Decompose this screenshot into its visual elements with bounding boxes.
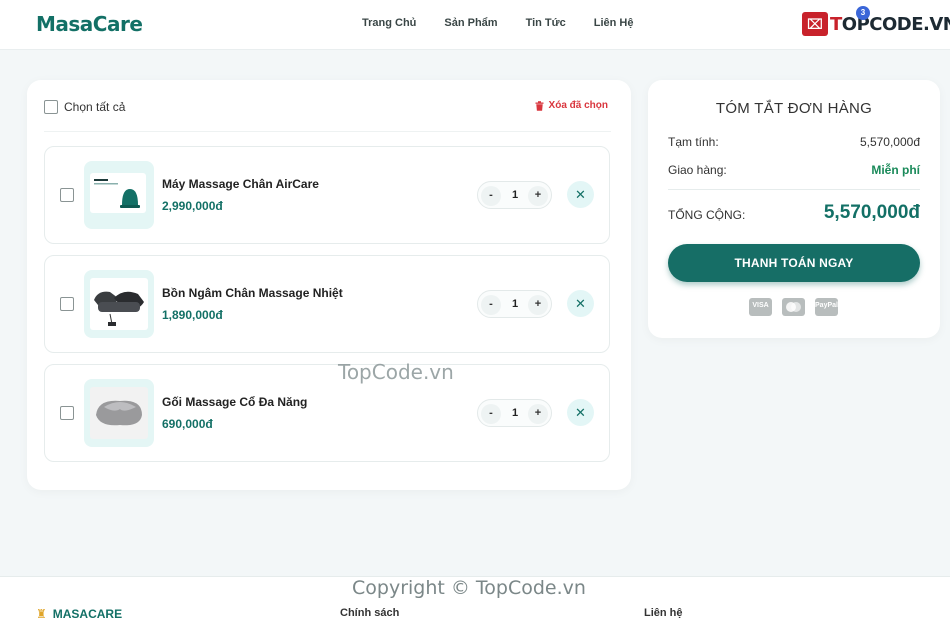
decrease-button[interactable]: - xyxy=(481,404,501,424)
select-all-checkbox[interactable]: Chọn tất cả xyxy=(44,100,125,114)
product-image[interactable] xyxy=(84,161,154,229)
quantity-stepper: - 1 + xyxy=(477,290,552,318)
shipping-row: Giao hàng: Miễn phí xyxy=(668,163,920,177)
total-value: 5,570,000đ xyxy=(823,202,920,223)
quantity-stepper: - 1 + xyxy=(477,181,552,209)
trash-icon xyxy=(535,100,544,111)
nav-products[interactable]: Sản Phẩm xyxy=(444,17,497,29)
shipping-value: Miễn phí xyxy=(871,163,920,177)
nav-contact[interactable]: Liên Hệ xyxy=(594,17,634,29)
quantity-value[interactable]: 1 xyxy=(503,298,527,310)
product-name[interactable]: Bồn Ngâm Chân Massage Nhiệt xyxy=(162,286,343,300)
remove-item-button[interactable]: ✕ xyxy=(567,399,594,426)
divider xyxy=(668,189,920,190)
main-nav: Trang Chủ Sản Phẩm Tin Tức Liên Hệ xyxy=(362,17,661,29)
cart-item: Gối Massage Cổ Đa Năng 690,000đ - 1 + ✕ xyxy=(44,364,610,462)
product-price: 1,890,000đ xyxy=(162,308,223,322)
increase-button[interactable]: + xyxy=(528,295,548,315)
foot-bath-image xyxy=(90,278,148,330)
brand-prefix: T xyxy=(830,14,842,35)
product-image[interactable] xyxy=(84,379,154,447)
remove-item-button[interactable]: ✕ xyxy=(567,181,594,208)
product-price: 690,000đ xyxy=(162,417,213,431)
cart-panel: Chọn tất cả Xóa đã chọn Máy Massage Chân… xyxy=(27,80,631,490)
checkbox-icon[interactable] xyxy=(44,100,58,114)
header: MasaCare Trang Chủ Sản Phẩm Tin Tức Liên… xyxy=(0,0,950,50)
watermark-text: TopCode.vn xyxy=(338,360,454,384)
topcode-logo-icon: ⌧ xyxy=(802,12,828,36)
quantity-stepper: - 1 + xyxy=(477,399,552,427)
topcode-brand-name: TOPCODE.VN xyxy=(830,14,950,35)
subtotal-row: Tạm tính: 5,570,000đ xyxy=(668,135,920,149)
neck-pillow-image xyxy=(90,387,148,439)
mastercard-icon xyxy=(782,298,805,316)
order-summary: TÓM TẮT ĐƠN HÀNG Tạm tính: 5,570,000đ Gi… xyxy=(648,80,940,338)
item-checkbox[interactable] xyxy=(60,297,74,311)
shipping-label: Giao hàng: xyxy=(668,163,727,177)
decrease-button[interactable]: - xyxy=(481,295,501,315)
cart-item: Bồn Ngâm Chân Massage Nhiệt 1,890,000đ -… xyxy=(44,255,610,353)
delete-selected-button[interactable]: Xóa đã chọn xyxy=(535,100,608,111)
quantity-value[interactable]: 1 xyxy=(503,407,527,419)
product-price: 2,990,000đ xyxy=(162,199,223,213)
cart-count-badge[interactable]: 3 xyxy=(856,6,870,20)
nav-home[interactable]: Trang Chủ xyxy=(362,17,416,29)
paypal-icon: PayPal xyxy=(815,298,838,316)
foot-massager-image xyxy=(90,173,146,213)
mastercard-circles-icon xyxy=(786,302,801,312)
footer-brand-label: MASACARE xyxy=(52,607,123,618)
paypal-label: PayPal xyxy=(815,302,838,309)
subtotal-label: Tạm tính: xyxy=(668,135,719,149)
divider xyxy=(44,131,611,132)
select-all-label: Chọn tất cả xyxy=(64,100,126,114)
product-image[interactable] xyxy=(84,270,154,338)
copyright-text: Copyright © TopCode.vn xyxy=(352,577,586,599)
subtotal-value: 5,570,000đ xyxy=(859,135,920,149)
nav-news[interactable]: Tin Tức xyxy=(526,17,566,29)
increase-button[interactable]: + xyxy=(528,404,548,424)
site-logo[interactable]: MasaCare xyxy=(36,12,143,36)
cart-item: Máy Massage Chân AirCare 2,990,000đ - 1 … xyxy=(44,146,610,244)
visa-label: VISA xyxy=(752,302,769,309)
increase-button[interactable]: + xyxy=(528,186,548,206)
footer-contact-heading: Liên hệ xyxy=(644,607,683,618)
item-checkbox[interactable] xyxy=(60,406,74,420)
brand-icon: ♜ xyxy=(36,607,47,618)
checkout-button[interactable]: THANH TOÁN NGAY xyxy=(668,244,920,282)
product-name[interactable]: Gối Massage Cổ Đa Năng xyxy=(162,395,307,409)
product-name[interactable]: Máy Massage Chân AirCare xyxy=(162,177,319,191)
footer-policy-heading: Chính sách xyxy=(340,607,400,618)
remove-item-button[interactable]: ✕ xyxy=(567,290,594,317)
visa-icon: VISA xyxy=(749,298,772,316)
quantity-value[interactable]: 1 xyxy=(503,189,527,201)
footer-brand: ♜ MASACARE xyxy=(36,607,122,618)
decrease-button[interactable]: - xyxy=(481,186,501,206)
item-checkbox[interactable] xyxy=(60,188,74,202)
delete-selected-label: Xóa đã chọn xyxy=(548,100,608,111)
summary-title: TÓM TẮT ĐƠN HÀNG xyxy=(715,100,873,117)
total-label: TỔNG CỘNG: xyxy=(668,208,746,222)
